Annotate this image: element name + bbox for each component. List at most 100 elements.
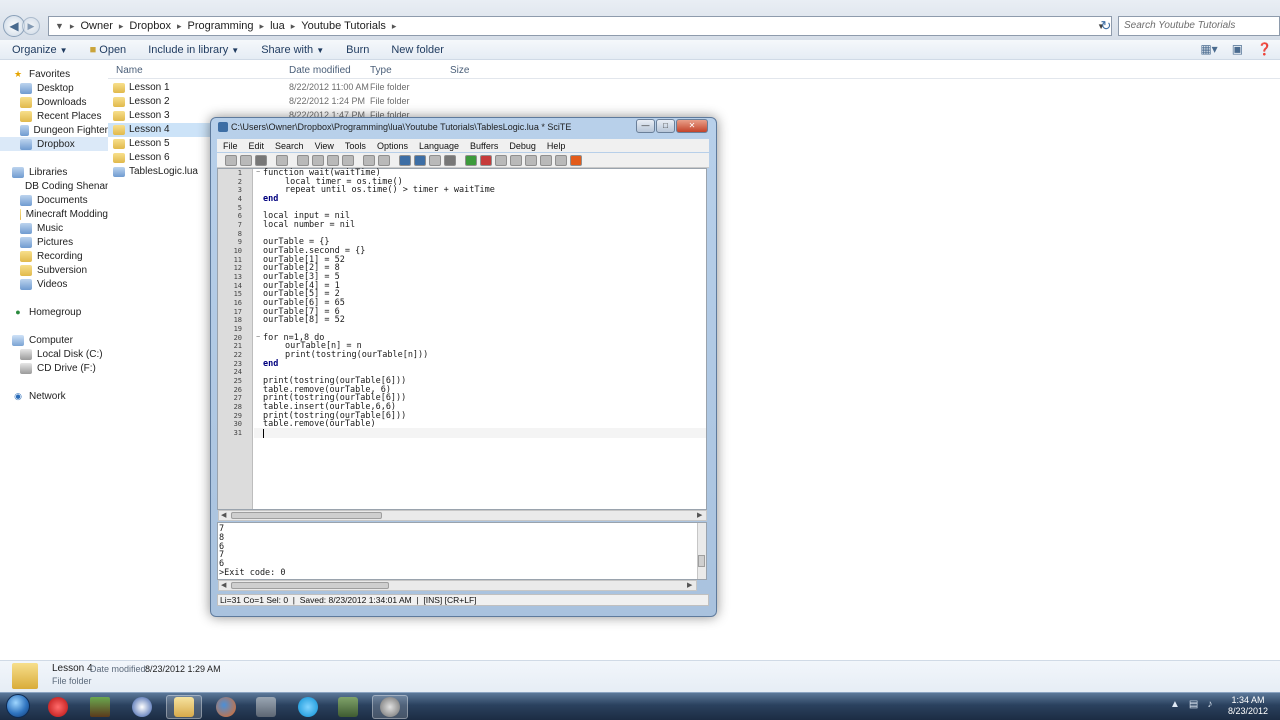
scroll-left-icon[interactable]: ◀ <box>221 581 226 589</box>
taskbar-skype[interactable] <box>290 695 326 719</box>
cut-icon[interactable] <box>297 154 309 166</box>
preview-pane-icon[interactable]: ▣ <box>1232 42 1243 56</box>
menu-search[interactable]: Search <box>269 141 309 151</box>
fold-marker-icon[interactable]: − <box>256 169 260 176</box>
close-button[interactable]: ✕ <box>676 119 708 133</box>
menu-edit[interactable]: Edit <box>243 141 270 151</box>
breadcrumb-lua[interactable]: lua <box>270 20 285 32</box>
taskbar-explorer[interactable] <box>166 695 202 719</box>
file-row[interactable]: Lesson 2 8/22/2012 1:24 PM File folder <box>108 95 428 109</box>
abort-icon[interactable] <box>570 154 582 166</box>
help-icon[interactable]: ❓ <box>1257 42 1272 56</box>
column-header-type[interactable]: Type <box>370 65 392 76</box>
taskbar-app[interactable] <box>248 695 284 719</box>
output-icon[interactable] <box>555 154 567 166</box>
column-header-size[interactable]: Size <box>450 65 469 76</box>
share-with-button[interactable]: Share with ▼ <box>249 44 334 56</box>
menu-language[interactable]: Language <box>413 141 464 151</box>
nav-library-pictures[interactable]: Pictures <box>0 235 108 249</box>
menu-file[interactable]: File <box>217 141 243 151</box>
compile-icon[interactable] <box>465 154 477 166</box>
new-folder-button[interactable]: New folder <box>379 44 454 56</box>
start-button[interactable] <box>3 692 33 720</box>
undo-icon[interactable] <box>363 154 375 166</box>
new-file-icon[interactable] <box>225 154 237 166</box>
tray-volume-icon[interactable]: ♪ <box>1207 699 1212 710</box>
print-icon[interactable] <box>276 154 288 166</box>
open-button[interactable]: ■ Open <box>78 44 137 56</box>
nav-computer[interactable]: Computer <box>0 333 108 347</box>
output-scroll-thumb[interactable] <box>698 555 705 567</box>
delete-icon[interactable] <box>342 154 354 166</box>
copy-icon[interactable] <box>312 154 324 166</box>
breadcrumb-owner[interactable]: Owner <box>80 20 112 32</box>
address-bar[interactable]: ▼ ▸ Owner ▸ Dropbox ▸ Programming ▸ lua … <box>48 16 1112 36</box>
minimize-button[interactable]: — <box>636 119 655 133</box>
nav-library-music[interactable]: Music <box>0 221 108 235</box>
nav-desktop[interactable]: Desktop <box>0 81 108 95</box>
organize-button[interactable]: Organize ▼ <box>0 44 78 56</box>
output-pane[interactable] <box>217 522 707 580</box>
nav-library-documents[interactable]: Documents <box>0 193 108 207</box>
taskbar-media[interactable] <box>124 695 160 719</box>
nav-library-minecraft[interactable]: Minecraft Modding <box>0 207 108 221</box>
maximize-button[interactable]: □ <box>656 119 675 133</box>
burn-button[interactable]: Burn <box>334 44 379 56</box>
replace-icon[interactable] <box>414 154 426 166</box>
nav-downloads[interactable]: Downloads <box>0 95 108 109</box>
nav-library-recording[interactable]: Recording <box>0 249 108 263</box>
nav-dropbox[interactable]: Dropbox <box>0 137 108 151</box>
nav-recent-places[interactable]: Recent Places <box>0 109 108 123</box>
nav-library-videos[interactable]: Videos <box>0 277 108 291</box>
stop-icon[interactable] <box>444 154 456 166</box>
go-icon[interactable] <box>495 154 507 166</box>
taskbar-clock[interactable]: 1:34 AM 8/23/2012 <box>1222 695 1274 717</box>
toggle-icon[interactable] <box>429 154 441 166</box>
taskbar-minecraft[interactable] <box>82 695 118 719</box>
nav-library-subversion[interactable]: Subversion <box>0 263 108 277</box>
build-icon[interactable] <box>480 154 492 166</box>
save-icon[interactable] <box>255 154 267 166</box>
file-row[interactable]: Lesson 1 8/22/2012 11:00 AM File folder <box>108 81 428 95</box>
breadcrumb-dropbox[interactable]: Dropbox <box>129 20 171 32</box>
output-vertical-scrollbar[interactable] <box>697 523 706 579</box>
output-scroll-thumb[interactable] <box>231 582 389 589</box>
menu-tools[interactable]: Tools <box>339 141 371 151</box>
open-file-icon[interactable] <box>240 154 252 166</box>
previous-message-icon[interactable] <box>510 154 522 166</box>
menu-buffers[interactable]: Buffers <box>464 141 503 151</box>
paste-icon[interactable] <box>327 154 339 166</box>
nav-network[interactable]: ◉ Network <box>0 389 108 403</box>
menu-help[interactable]: Help <box>541 141 571 151</box>
tray-network-icon[interactable]: ▤ <box>1189 699 1198 710</box>
next-message-icon[interactable] <box>525 154 537 166</box>
nav-local-disk[interactable]: Local Disk (C:) <box>0 347 108 361</box>
fold-marker-icon[interactable]: − <box>256 334 260 341</box>
menu-options[interactable]: Options <box>371 141 413 151</box>
menu-view[interactable]: View <box>309 141 339 151</box>
taskbar-recorder[interactable] <box>372 695 408 719</box>
taskbar-opera[interactable] <box>40 695 76 719</box>
nav-library-db-coding[interactable]: DB Coding Shenani <box>0 179 108 193</box>
window-icon[interactable] <box>540 154 552 166</box>
tray-arrow-icon[interactable]: ▲ <box>1170 699 1180 710</box>
nav-homegroup[interactable]: ● Homegroup <box>0 305 108 319</box>
scroll-right-icon[interactable]: ▶ <box>687 581 692 589</box>
include-in-library-button[interactable]: Include in library ▼ <box>136 44 249 56</box>
scroll-right-icon[interactable]: ▶ <box>697 511 702 519</box>
redo-icon[interactable] <box>378 154 390 166</box>
refresh-icon[interactable]: ↻ <box>1097 17 1115 35</box>
menu-debug[interactable]: Debug <box>503 141 541 151</box>
find-icon[interactable] <box>399 154 411 166</box>
view-options-icon[interactable]: ▦▾ <box>1200 42 1217 56</box>
breadcrumb-programming[interactable]: Programming <box>188 20 254 32</box>
column-header-name[interactable]: Name <box>116 65 143 76</box>
nav-dungeon-fighter[interactable]: Dungeon Fighter <box>0 123 108 137</box>
nav-libraries[interactable]: Libraries <box>0 165 108 179</box>
search-input[interactable]: Search Youtube Tutorials <box>1118 16 1280 36</box>
taskbar-scite[interactable] <box>330 695 366 719</box>
breadcrumb-youtube-tutorials[interactable]: Youtube Tutorials <box>301 20 386 32</box>
editor-scroll-thumb[interactable] <box>231 512 382 519</box>
column-header-date[interactable]: Date modified <box>289 65 351 76</box>
scroll-left-icon[interactable]: ◀ <box>221 511 226 519</box>
